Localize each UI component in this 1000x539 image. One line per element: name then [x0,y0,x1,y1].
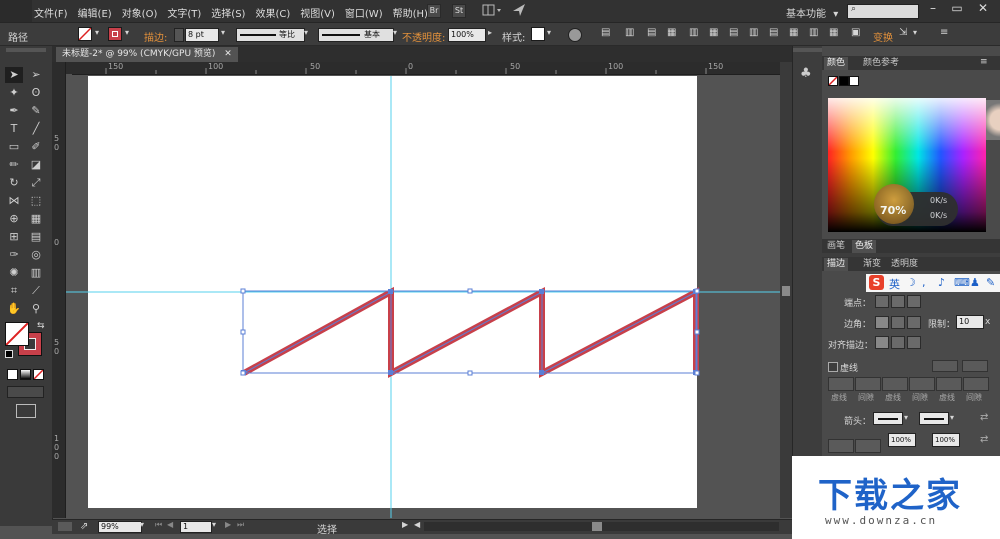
start-arrowhead-select[interactable] [873,412,903,425]
miter-join-button[interactable] [875,316,889,329]
status-menu-icon[interactable]: ▶ [402,520,408,529]
gap-input-1[interactable] [855,377,881,391]
align-stroke-center-button[interactable] [875,336,889,349]
tab-swatches[interactable]: 色板 [852,240,877,253]
end-scale-input[interactable]: 100% [932,433,960,447]
dash-preserve-button[interactable] [932,360,958,372]
align-stroke-label: 对齐描边： [828,341,874,351]
limit-unit: x [985,317,991,327]
align-stroke-outside-button[interactable] [907,336,921,349]
zoom-dropdown-icon[interactable]: ▾ [140,520,144,529]
status-text[interactable]: 选择 [317,521,337,536]
swap-arrowheads-icon[interactable]: ⇄ [980,412,988,423]
watermark: 下载之家 www.downza.cn [792,456,1000,539]
vertical-scroll-thumb[interactable] [782,286,790,296]
horizontal-scroll-thumb[interactable] [592,522,602,531]
ime-tools-icon[interactable]: ✎ [986,276,995,289]
horizontal-scrollbar[interactable] [424,522,779,531]
tab-brushes[interactable]: 画笔 [824,240,848,253]
miter-limit-input[interactable]: 10 [956,315,984,329]
butt-cap-button[interactable] [875,295,889,308]
artboard-navigator-icon[interactable] [58,522,72,531]
stroke-panel-tabs: 描边 渐变 透明度 [822,257,1000,271]
end-arrowhead-select[interactable] [919,412,949,425]
none-swatch[interactable] [828,76,838,86]
ime-moon-icon[interactable]: ☽ [906,276,916,289]
zigzag-path[interactable] [242,286,699,379]
ime-punct-icon[interactable]: , [922,276,926,289]
symbols-panel-icon[interactable]: ♣ [800,66,812,81]
dash-col-label: 虚线 [885,393,901,402]
align-stroke-inside-button[interactable] [891,336,905,349]
artboard-number-input[interactable]: 1 [180,521,212,533]
dash-col-label: 虚线 [831,393,847,402]
tab-color-guide[interactable]: 颜色参考 [860,57,902,70]
sogou-logo-icon: S [869,275,884,290]
network-speed-widget[interactable]: 70% 0K/s 0K/s [874,184,958,226]
prev-artboard-icon[interactable]: ◀ [167,520,173,529]
gap-col-label: 间隙 [966,393,982,402]
gap-col-label: 间隙 [858,393,874,402]
link-scale-icon[interactable]: ⇄ [980,434,988,445]
watermark-title: 下载之家 [818,476,962,516]
gap-input-3[interactable] [963,377,989,391]
download-speed: 0K/s [930,211,948,220]
scroll-left-icon[interactable]: ◀ [414,520,420,529]
projecting-cap-button[interactable] [907,295,921,308]
dash-input-3[interactable] [936,377,962,391]
white-swatch[interactable] [849,76,859,86]
dashed-line-label: 虚线 [840,364,859,374]
dash-col-label: 虚线 [939,393,955,402]
scale-option[interactable] [855,439,881,453]
vertical-scrollbar[interactable] [780,62,792,518]
widget-percent: 70% [880,204,907,217]
tab-color[interactable]: 颜色 [824,57,849,70]
round-cap-button[interactable] [891,295,905,308]
last-artboard-icon[interactable]: ⏭ [237,520,244,530]
dash-input-1[interactable] [828,377,854,391]
watermark-url: www.downza.cn [825,514,938,527]
round-join-button[interactable] [891,316,905,329]
start-scale-input[interactable]: 100% [888,433,916,447]
tab-stroke[interactable]: 描边 [824,258,849,271]
ime-skin-icon[interactable]: ♟ [970,276,980,289]
upload-speed: 0K/s [930,196,948,205]
status-bar: ⇗ 99% ▾ ⏮ ◀ 1 ▾ ▶ ⏭ 选择 ▶ ◀ [52,519,792,536]
gap-input-2[interactable] [909,377,935,391]
corner-label: 边角： [844,320,872,330]
start-arrowhead-dropdown-icon[interactable]: ▾ [904,413,908,422]
next-artboard-icon[interactable]: ▶ [225,520,231,529]
collapsed-panels-strip: ♣ [792,46,823,526]
black-swatch[interactable] [839,76,849,86]
zoom-input[interactable]: 99% [98,521,142,533]
ime-mic-icon[interactable]: ♪ [938,276,945,289]
tab-gradient[interactable]: 渐变 [860,258,884,271]
limit-label: 限制： [928,320,956,330]
arrowheads-label: 箭头： [844,417,872,427]
artboard-dropdown-icon[interactable]: ▾ [212,520,216,529]
avatar[interactable] [986,100,1000,140]
cap-label: 端点： [844,299,872,309]
panel-grip[interactable] [793,48,823,52]
ime-language[interactable]: 英 [889,276,900,292]
swatch-panel-tabs: 画笔 色板 [822,239,1000,253]
ime-keyboard-icon[interactable]: ⌨ [954,276,970,289]
scale-option[interactable] [828,439,854,453]
dashed-line-checkbox[interactable] [828,362,838,372]
end-arrowhead-dropdown-icon[interactable]: ▾ [950,413,954,422]
panel-menu-icon[interactable]: ≡ [980,57,988,67]
bevel-join-button[interactable] [907,316,921,329]
dash-input-2[interactable] [882,377,908,391]
gap-col-label: 间隙 [912,393,928,402]
share-icon[interactable]: ⇗ [80,521,88,532]
tab-transparency[interactable]: 透明度 [888,258,921,271]
ime-toolbar[interactable]: S 英 ☽ , ♪ ⌨ ♟ ✎ [866,274,1000,292]
first-artboard-icon[interactable]: ⏮ [155,520,162,530]
color-panel-tabs: 颜色 颜色参考 ≡ [822,56,1000,70]
dash-align-button[interactable] [962,360,988,372]
